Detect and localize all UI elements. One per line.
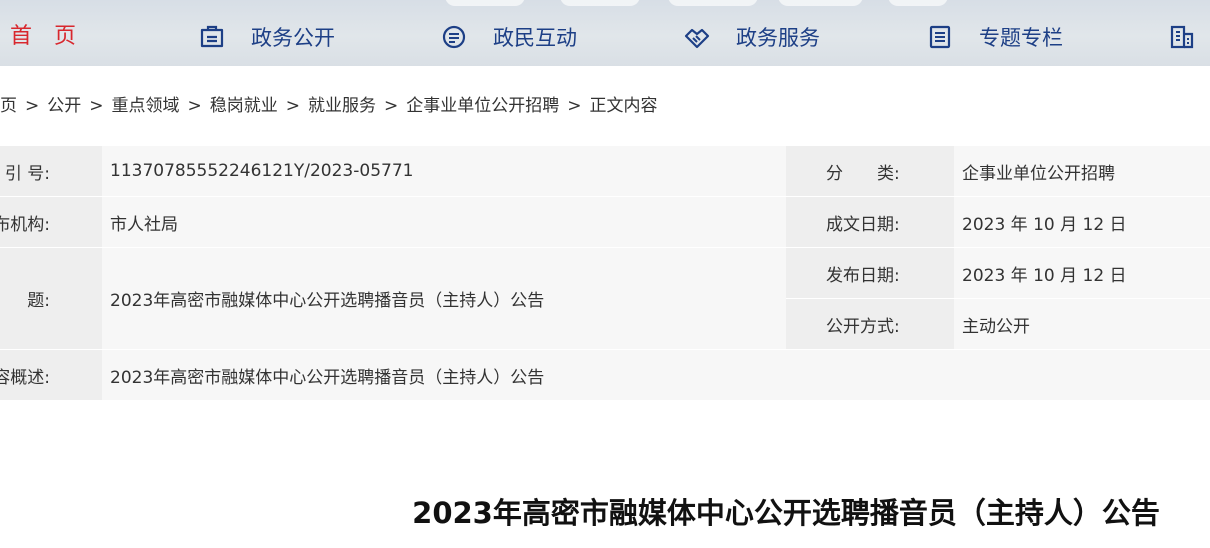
nav-decoration [668, 0, 758, 6]
top-nav: 首 页 政务公开 政民互动 政务服务 专题专栏 [0, 0, 1210, 66]
nav-decoration [888, 0, 948, 6]
title-label: 题: [0, 248, 102, 349]
nav-label: 政务公开 [251, 26, 335, 50]
breadcrumb-recruitment[interactable]: 企事业单位公开招聘 [406, 96, 559, 116]
breadcrumb-public[interactable]: 公开 [47, 96, 81, 116]
nav-label: 政民互动 [493, 26, 577, 50]
created-date-label: 成文日期: [786, 197, 954, 247]
breadcrumb-separator: > [187, 96, 202, 116]
breadcrumb-separator: > [89, 96, 104, 116]
nav-decoration [445, 0, 525, 6]
breadcrumb-stable-employment[interactable]: 稳岗就业 [210, 96, 278, 116]
breadcrumb-separator: > [25, 96, 40, 116]
created-date-value: 2023 年 10 月 12 日 [954, 197, 1210, 247]
summary-value: 2023年高密市融媒体中心公开选聘播音员（主持人）公告 [102, 350, 1210, 400]
handshake-icon [684, 24, 710, 50]
breadcrumb-key-areas[interactable]: 重点领域 [112, 96, 180, 116]
notebook-icon [927, 24, 953, 50]
building-icon [1169, 24, 1195, 50]
nav-item-topics[interactable]: 专题专栏 [927, 22, 1063, 52]
breadcrumb-separator: > [285, 96, 300, 116]
published-date-value: 2023 年 10 月 12 日 [954, 248, 1210, 298]
published-date-label: 发布日期: [786, 248, 954, 298]
nav-decoration [778, 0, 863, 6]
chat-icon [441, 24, 467, 50]
disclosure-mode-label: 公开方式: [786, 299, 954, 349]
nav-label: 专题专栏 [979, 26, 1063, 50]
nav-item-interaction[interactable]: 政民互动 [441, 22, 577, 52]
document-info-table: 引 号: 11370785552246121Y/2023-05771 分 类: … [0, 146, 1210, 400]
org-value: 市人社局 [102, 197, 786, 247]
index-label: 引 号: [0, 146, 102, 196]
article-title: 2023年高密市融媒体中心公开选聘播音员（主持人）公告 [412, 496, 1160, 530]
nav-item-gov-affairs[interactable]: 政务公开 [199, 22, 335, 52]
nav-decoration [560, 0, 640, 6]
category-value: 企事业单位公开招聘 [954, 146, 1210, 196]
breadcrumb: 页 > 公开 > 重点领域 > 稳岗就业 > 就业服务 > 企事业单位公开招聘 > 正文内容 [0, 93, 658, 119]
nav-item-services[interactable]: 政务服务 [684, 22, 820, 52]
nav-label: 政务服务 [736, 26, 820, 50]
document-icon [199, 24, 225, 50]
breadcrumb-home[interactable]: 页 [0, 96, 17, 116]
breadcrumb-separator: > [384, 96, 399, 116]
index-value: 11370785552246121Y/2023-05771 [102, 146, 786, 196]
breadcrumb-separator: > [567, 96, 582, 116]
nav-item-more[interactable] [1169, 22, 1210, 52]
breadcrumb-current: 正文内容 [589, 96, 658, 116]
category-label: 分 类: [786, 146, 954, 196]
nav-home-link[interactable]: 首 页 [10, 22, 76, 52]
disclosure-mode-value: 主动公开 [954, 299, 1210, 349]
summary-label: 容概述: [0, 350, 102, 400]
breadcrumb-employment-services[interactable]: 就业服务 [308, 96, 376, 116]
title-value: 2023年高密市融媒体中心公开选聘播音员（主持人）公告 [102, 248, 786, 349]
org-label: 布机构: [0, 197, 102, 247]
